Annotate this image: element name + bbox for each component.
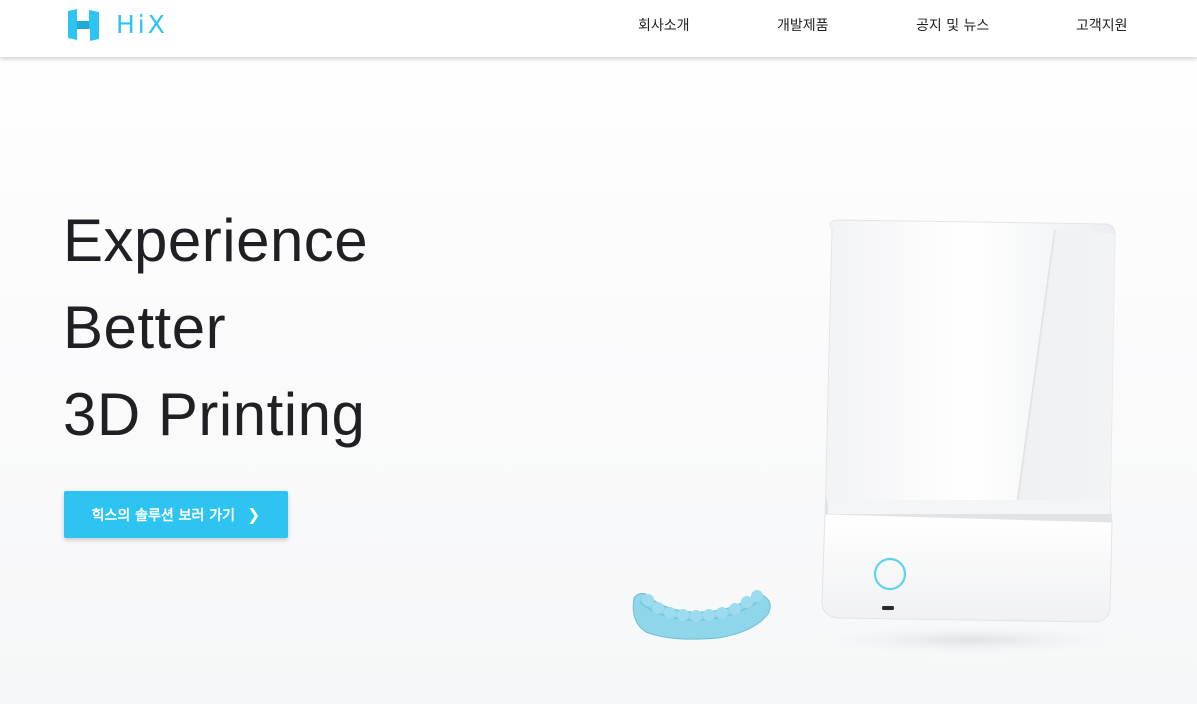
3d-printer-icon bbox=[821, 219, 1116, 623]
dental-model-icon bbox=[632, 590, 771, 640]
chevron-right-icon: ❯ bbox=[247, 505, 261, 524]
cta-label: 힉스의 솔루션 보러 가기 bbox=[91, 507, 235, 524]
hero-headline-line-3: 3D Printing bbox=[63, 381, 366, 448]
product-illustration bbox=[632, 219, 1160, 658]
page: HiX 회사소개 개발제품 공지 및 뉴스 고객지원 Experience Be… bbox=[0, 0, 1197, 704]
main-nav: 회사소개 개발제품 공지 및 뉴스 고객지원 bbox=[0, 0, 1197, 52]
hero-headline-line-2: Better bbox=[63, 294, 227, 361]
nav-item-news[interactable]: 공지 및 뉴스 bbox=[916, 15, 989, 35]
view-solutions-button[interactable]: 힉스의 솔루션 보러 가기 ❯ bbox=[64, 491, 288, 538]
nav-item-support[interactable]: 고객지원 bbox=[1076, 15, 1128, 35]
nav-item-products[interactable]: 개발제품 bbox=[777, 15, 829, 35]
nav-item-company[interactable]: 회사소개 bbox=[638, 15, 690, 35]
hero-headline-line-1: Experience bbox=[63, 207, 369, 274]
site-header: HiX 회사소개 개발제품 공지 및 뉴스 고객지원 bbox=[0, 0, 1197, 57]
